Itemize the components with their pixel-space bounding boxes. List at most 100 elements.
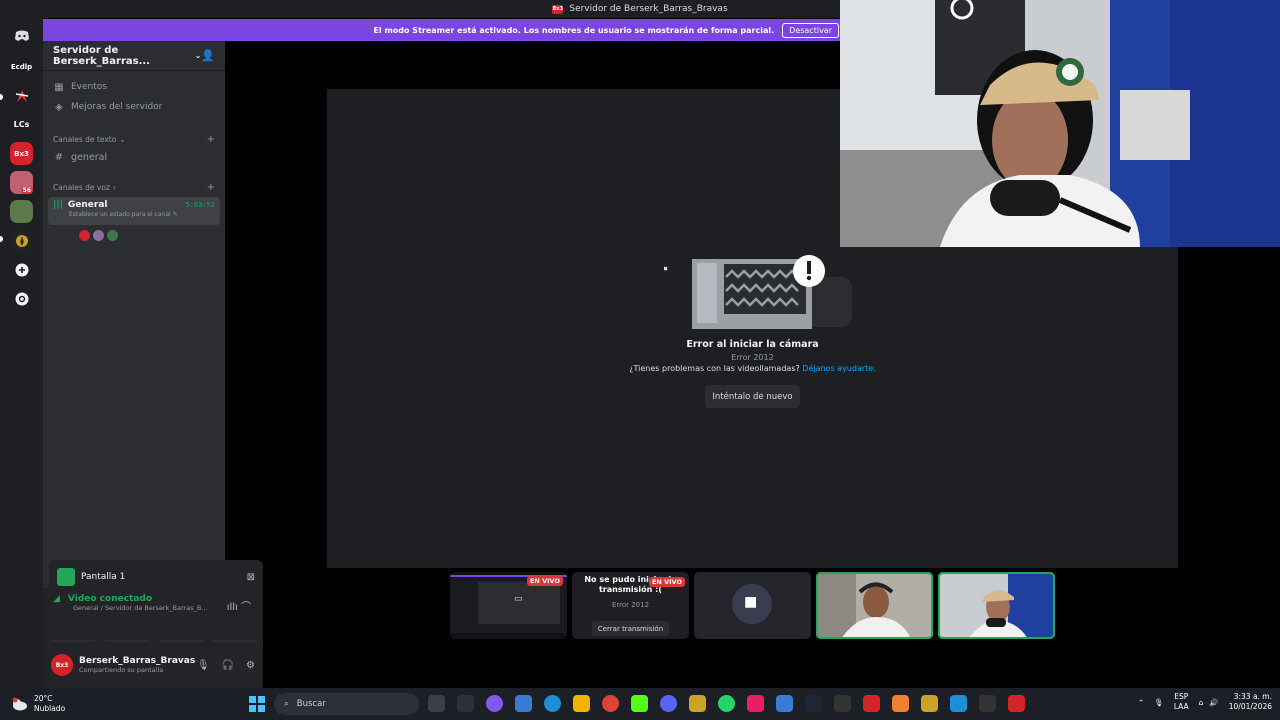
voice-status[interactable]: Video conectado: [68, 594, 152, 604]
weather-widget[interactable]: 20°C Nublado: [10, 694, 65, 714]
close-stream-button[interactable]: Cerrar transmisión: [592, 621, 669, 636]
avatar[interactable]: Bx3: [51, 654, 73, 676]
stop-share-icon[interactable]: ⊠: [247, 572, 255, 583]
streamer-mode-message: El modo Streamer está activado. Los nomb…: [373, 25, 775, 35]
category-label: Canales de voz: [53, 182, 110, 192]
invite-people-icon[interactable]: 👤: [201, 49, 215, 62]
server-name: Servidor de Berserk_Barras...: [53, 44, 150, 67]
microphone-icon[interactable]: 🎙: [1154, 698, 1164, 707]
tiktok-icon[interactable]: [747, 695, 764, 712]
sidebar-item-label: Eventos: [71, 82, 107, 92]
channel-label: general: [71, 151, 108, 163]
language-indicator[interactable]: ESP LAA: [1174, 692, 1189, 712]
voice-connection-panel: ◢ Video conectado General / Servidor de …: [43, 588, 263, 642]
task-view-icon[interactable]: [428, 695, 445, 712]
disable-streamer-mode-button[interactable]: Desactivar: [782, 22, 839, 38]
participant-video: [938, 572, 1055, 639]
kick-icon[interactable]: [631, 695, 648, 712]
epic-games-icon[interactable]: [979, 695, 996, 712]
retry-button[interactable]: Inténtalo de nuevo: [705, 385, 800, 408]
discord-home-icon[interactable]: [10, 24, 33, 47]
voice-channel-general[interactable]: ||| General 5:03:52 Establece un estado …: [48, 197, 220, 225]
steam-icon[interactable]: [805, 695, 822, 712]
taskbar-search[interactable]: ⌕ Buscar: [274, 693, 419, 715]
server-56[interactable]: 56: [10, 171, 33, 194]
copilot-icon[interactable]: [486, 695, 503, 712]
app-icon[interactable]: [689, 695, 706, 712]
app-icon: Bx3: [552, 4, 564, 14]
windows-taskbar: 20°C Nublado ⌕ Buscar ⌃ 🎙 ESP LAA ⌂ 🔊 3:…: [0, 688, 1280, 720]
server-bx3[interactable]: Bx3: [10, 142, 33, 165]
help-link[interactable]: Déjanos ayudarte.: [802, 364, 875, 373]
calendar-icon: ▦: [54, 81, 64, 93]
channel-status-input[interactable]: Establece un estado para el canal ✎: [69, 211, 215, 218]
category-voice-channels[interactable]: Canales de voz › +: [43, 179, 225, 195]
avatar[interactable]: [78, 229, 91, 242]
stream-error-code: Error 2012: [611, 601, 650, 609]
add-channel-icon[interactable]: +: [207, 182, 215, 193]
gear-icon[interactable]: ⚙: [246, 660, 255, 671]
network-icon[interactable]: ⌂: [1199, 698, 1204, 707]
add-channel-icon[interactable]: +: [207, 134, 215, 145]
taskbar-apps: [428, 695, 1025, 712]
tiktok-studio-icon[interactable]: [1008, 695, 1025, 712]
app-icon[interactable]: [776, 695, 793, 712]
tile-participant-self[interactable]: [938, 572, 1055, 639]
add-server-icon[interactable]: [10, 258, 33, 281]
microphone-icon[interactable]: 🎙: [197, 660, 210, 671]
signal-icon: ◢: [53, 594, 60, 604]
tile-failed-stream[interactable]: No se pudo iniciar la transmisión :( EN …: [572, 572, 689, 639]
webcam-image: [840, 0, 1280, 247]
amd-icon[interactable]: [863, 695, 880, 712]
discord-icon[interactable]: [660, 695, 677, 712]
avatar[interactable]: [106, 229, 119, 242]
live-badge: EN VIVO: [526, 576, 563, 586]
file-explorer-icon[interactable]: [573, 695, 590, 712]
chevron-right-icon: ›: [112, 182, 116, 192]
volume-icon[interactable]: 🔊: [1209, 698, 1218, 707]
webcam-overlay: [840, 0, 1280, 247]
tile-camera-off[interactable]: ■: [694, 572, 811, 639]
window-title: Servidor de Berserk_Barras_Bravas: [569, 4, 728, 14]
app-icon[interactable]: [950, 695, 967, 712]
error-title: Error al iniciar la cámara: [686, 339, 819, 350]
avatar[interactable]: [92, 229, 105, 242]
app-icon[interactable]: [892, 695, 909, 712]
epic-games-icon[interactable]: [834, 695, 851, 712]
whatsapp-icon[interactable]: [718, 695, 735, 712]
windows-start-icon[interactable]: [249, 696, 265, 712]
server-header[interactable]: Servidor de Berserk_Barras... ⌄ 👤: [43, 41, 225, 71]
username[interactable]: Berserk_Barras_Bravas: [79, 656, 195, 666]
server-emblem[interactable]: [10, 229, 33, 252]
sidebar-item-mejoras[interactable]: ◈ Mejoras del servidor: [43, 97, 225, 117]
category-text-channels[interactable]: Canales de texto ⌄ +: [43, 131, 225, 147]
discover-icon[interactable]: [10, 287, 33, 310]
sidebar-item-eventos[interactable]: ▦ Eventos: [43, 77, 225, 97]
headphones-icon[interactable]: 🎧: [222, 660, 234, 671]
hash-icon: #: [54, 151, 64, 163]
chevron-up-icon[interactable]: ⌃: [1138, 698, 1144, 707]
server-lcs[interactable]: LCs: [10, 113, 33, 136]
tile-participant-video[interactable]: [816, 572, 933, 639]
voice-channel-name: General: [67, 200, 108, 210]
error-help: ¿Tienes problemas con las videollamadas?…: [629, 364, 876, 373]
video-camera-icon: ■: [744, 594, 758, 610]
chrome-icon[interactable]: [602, 695, 619, 712]
unread-indicator: [0, 236, 3, 242]
voice-members: [78, 229, 225, 242]
disconnect-icon[interactable]: ıllı ⌒: [227, 598, 251, 613]
edge-icon[interactable]: [544, 695, 561, 712]
store-icon[interactable]: [515, 695, 532, 712]
red-figure-icon[interactable]: [10, 84, 33, 107]
chevron-down-icon: ⌄: [119, 134, 126, 144]
live-badge: EN VIVO: [648, 577, 685, 587]
clock[interactable]: 3:33 a. m. 10/01/2026: [1229, 692, 1272, 712]
tile-screen-share[interactable]: ▭ EN VIVO: [450, 572, 567, 639]
app-icon[interactable]: [921, 695, 938, 712]
snipping-tool-icon[interactable]: [457, 695, 474, 712]
chevron-down-icon: ⌄: [194, 51, 202, 60]
weather-temp: 20°C: [34, 694, 53, 703]
channel-general[interactable]: # general: [43, 147, 225, 167]
server-landscape[interactable]: [10, 200, 33, 223]
server-ecdlp[interactable]: Ecdlp: [10, 55, 33, 78]
